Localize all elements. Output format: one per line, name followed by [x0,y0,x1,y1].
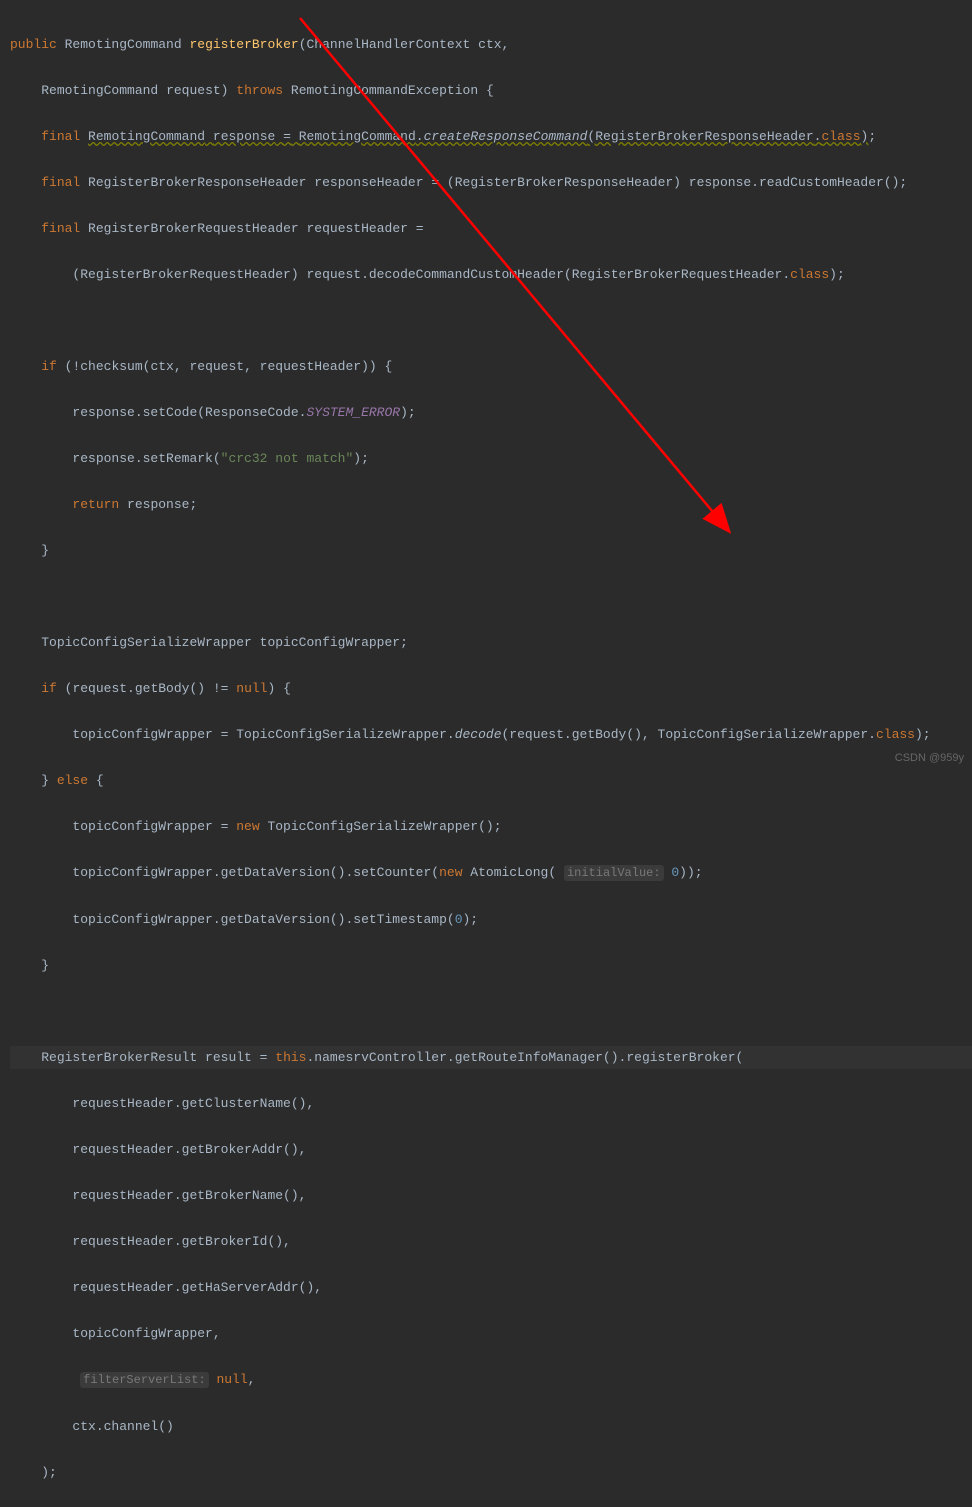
code-line: return response; [10,493,972,516]
code-line: ); [10,1461,972,1484]
code-line: topicConfigWrapper = new TopicConfigSeri… [10,815,972,838]
code-line: if (!checksum(ctx, request, requestHeade… [10,355,972,378]
code-line: requestHeader.getHaServerAddr(), [10,1276,972,1299]
code-line: requestHeader.getBrokerId(), [10,1230,972,1253]
code-line: filterServerList: null, [10,1368,972,1392]
code-line: topicConfigWrapper, [10,1322,972,1345]
code-line: } else { [10,769,972,792]
code-line: final RegisterBrokerResponseHeader respo… [10,171,972,194]
code-line [10,585,972,608]
code-line: } [10,539,972,562]
code-line-highlighted: RegisterBrokerResult result = this.names… [10,1046,972,1069]
code-line [10,1000,972,1023]
code-line: RemotingCommand request) throws Remoting… [10,79,972,102]
code-line: } [10,954,972,977]
code-line: response.setCode(ResponseCode.SYSTEM_ERR… [10,401,972,424]
code-line [10,309,972,332]
code-line: requestHeader.getClusterName(), [10,1092,972,1115]
code-line: topicConfigWrapper.getDataVersion().setC… [10,861,972,885]
code-line: ctx.channel() [10,1415,972,1438]
code-line: (RegisterBrokerRequestHeader) request.de… [10,263,972,286]
watermark: CSDN @959y [895,747,964,770]
code-line: final RegisterBrokerRequestHeader reques… [10,217,972,240]
code-line: topicConfigWrapper = TopicConfigSerializ… [10,723,972,746]
code-line: public RemotingCommand registerBroker(Ch… [10,33,972,56]
code-line: requestHeader.getBrokerName(), [10,1184,972,1207]
code-line: topicConfigWrapper.getDataVersion().setT… [10,908,972,931]
code-line: requestHeader.getBrokerAddr(), [10,1138,972,1161]
code-line: final RemotingCommand response = Remotin… [10,125,972,148]
code-editor[interactable]: public RemotingCommand registerBroker(Ch… [0,0,972,1507]
code-line: if (request.getBody() != null) { [10,677,972,700]
code-line: TopicConfigSerializeWrapper topicConfigW… [10,631,972,654]
code-line: response.setRemark("crc32 not match"); [10,447,972,470]
